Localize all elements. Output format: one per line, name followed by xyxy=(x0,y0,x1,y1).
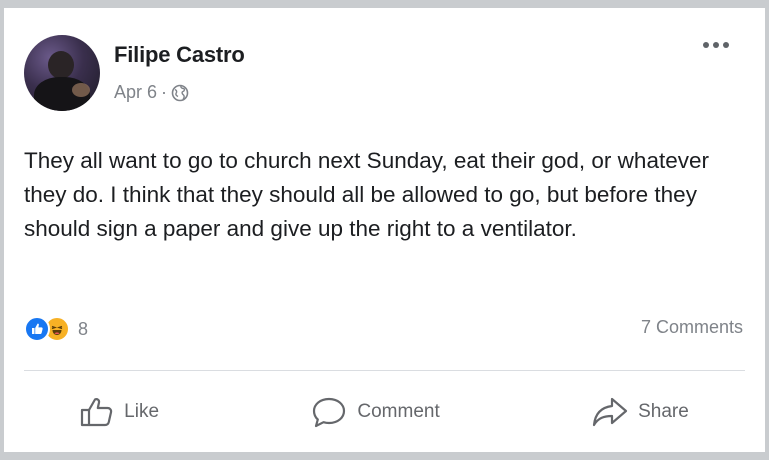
divider xyxy=(24,370,745,371)
post-meta: Apr 6 · xyxy=(114,82,189,103)
post-text: They all want to go to church next Sunda… xyxy=(24,148,709,241)
globe-icon xyxy=(171,84,189,101)
more-dot-icon xyxy=(713,42,719,48)
more-dot-icon xyxy=(703,42,709,48)
reaction-count: 8 xyxy=(78,318,89,339)
comment-bubble-icon xyxy=(313,397,346,428)
thumbs-up-icon xyxy=(81,398,113,427)
share-button[interactable]: Share xyxy=(592,396,689,428)
post-date[interactable]: Apr 6 xyxy=(114,82,157,103)
like-label: Like xyxy=(124,401,160,422)
action-bar: Like Comment Share xyxy=(4,386,765,438)
comments-count-link[interactable]: 7 Comments xyxy=(641,317,743,338)
reactions-summary[interactable]: 8 xyxy=(24,316,88,342)
share-label: Share xyxy=(638,401,689,422)
avatar[interactable] xyxy=(24,35,100,111)
comment-label: Comment xyxy=(357,401,440,422)
avatar-highlight-shape xyxy=(72,83,90,97)
avatar-head-shape xyxy=(48,51,74,79)
more-options-button[interactable] xyxy=(703,42,729,48)
post-card: Filipe Castro Apr 6 · They all want to g… xyxy=(4,8,765,452)
share-arrow-icon xyxy=(593,397,628,427)
like-reaction-icon xyxy=(24,316,50,342)
meta-separator: · xyxy=(161,82,168,102)
like-button[interactable]: Like xyxy=(80,396,159,428)
comment-button[interactable]: Comment xyxy=(311,396,440,428)
author-name[interactable]: Filipe Castro xyxy=(114,42,245,68)
more-dot-icon xyxy=(723,42,729,48)
